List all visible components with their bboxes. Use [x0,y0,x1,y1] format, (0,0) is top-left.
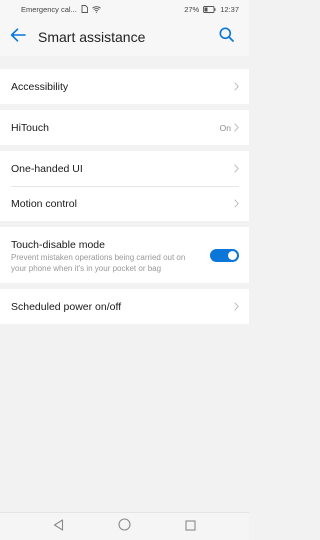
home-circle-icon [118,517,131,536]
hitouch-right: On [220,123,239,133]
app-bar: Smart assistance [0,18,249,56]
wifi-icon [92,5,101,13]
nav-back-button[interactable] [47,515,71,539]
chevron-right-icon [234,82,239,91]
sim-icon [81,5,88,13]
chevron-right-icon [234,302,239,311]
hitouch-status: On [219,122,231,133]
chevron-right-icon [234,164,239,173]
back-button[interactable] [1,18,35,56]
hitouch-label: HiTouch [11,121,49,134]
motion-control-label: Motion control [11,197,77,210]
arrow-left-icon [10,27,26,47]
search-button[interactable] [209,18,243,56]
carrier-text: Emergency cal... [21,4,77,14]
battery-percent: 27% [184,4,200,14]
touch-disable-text: Touch-disable mode Prevent mistaken oper… [11,239,196,274]
clock: 12:37 [220,4,239,14]
settings-group-controls: One-handed UI Motion control [0,151,249,221]
touch-disable-label: Touch-disable mode [11,239,105,251]
search-icon [219,27,234,47]
settings-group-hitouch: HiTouch On [0,110,249,145]
nav-home-button[interactable] [113,515,137,539]
recents-square-icon [185,518,196,536]
accessibility-row[interactable]: Accessibility [0,69,249,104]
touch-disable-row[interactable]: Touch-disable mode Prevent mistaken oper… [0,227,249,283]
nav-recents-button[interactable] [179,515,203,539]
back-triangle-icon [53,518,64,536]
page-title: Smart assistance [38,29,146,45]
scheduled-power-label: Scheduled power on/off [11,300,122,313]
scheduled-power-row[interactable]: Scheduled power on/off [0,289,249,324]
touch-disable-description: Prevent mistaken operations being carrie… [11,253,186,273]
touch-disable-toggle[interactable] [210,249,239,262]
settings-group-touch-disable: Touch-disable mode Prevent mistaken oper… [0,227,249,283]
status-bar: Emergency cal... 27% 12:37 [0,0,249,18]
one-handed-label: One-handed UI [11,162,83,175]
settings-group-accessibility: Accessibility [0,69,249,104]
chevron-right-icon [234,199,239,208]
chevron-right-icon [234,123,239,132]
status-right: 27% 12:37 [184,5,239,14]
accessibility-label: Accessibility [11,80,69,93]
settings-group-power: Scheduled power on/off [0,289,249,324]
status-left: Emergency cal... [21,5,101,14]
one-handed-row[interactable]: One-handed UI [0,151,249,186]
hitouch-row[interactable]: HiTouch On [0,110,249,145]
navigation-bar [0,512,249,540]
battery-icon [203,5,216,13]
toggle-knob [228,251,237,260]
motion-control-row[interactable]: Motion control [0,186,249,221]
